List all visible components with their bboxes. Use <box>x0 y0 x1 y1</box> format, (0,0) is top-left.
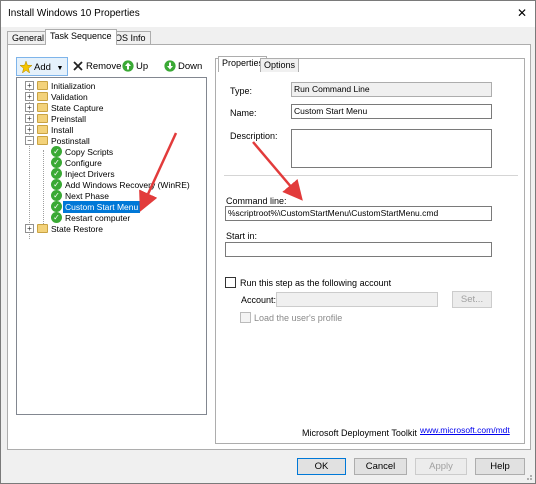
expand-icon[interactable]: + <box>25 125 34 134</box>
apply-button[interactable]: Apply <box>415 458 467 475</box>
folder-icon <box>37 81 48 90</box>
load-profile-label: Load the user's profile <box>254 313 343 323</box>
name-field[interactable]: Custom Start Menu <box>291 104 492 119</box>
expand-icon[interactable]: + <box>25 103 34 112</box>
folder-icon <box>37 224 48 233</box>
name-label: Name: <box>230 108 257 118</box>
close-icon[interactable]: ✕ <box>511 3 533 23</box>
start-in-field[interactable] <box>225 242 492 257</box>
up-arrow-icon <box>122 60 134 73</box>
down-arrow-icon <box>164 60 176 73</box>
tree-node-label: State Restore <box>51 224 103 234</box>
folder-icon <box>37 114 48 123</box>
green-check-icon: ✓ <box>51 190 62 201</box>
green-check-icon: ✓ <box>51 157 62 168</box>
help-button[interactable]: Help <box>475 458 525 475</box>
run-as-label: Run this step as the following account <box>240 278 392 288</box>
window-title: Install Windows 10 Properties <box>8 8 140 19</box>
chevron-down-icon[interactable]: ▼ <box>57 65 64 72</box>
expand-icon[interactable]: + <box>25 224 34 233</box>
green-check-icon: ✓ <box>51 168 62 179</box>
remove-button[interactable]: Remove <box>72 57 121 76</box>
task-sequence-tree[interactable]: + Initialization + Validation + State Ca… <box>16 77 207 415</box>
up-button[interactable]: Up <box>122 57 148 76</box>
green-check-icon: ✓ <box>51 146 62 157</box>
down-label: Down <box>178 61 203 72</box>
add-label: Add <box>34 62 51 73</box>
account-label: Account: <box>241 295 277 305</box>
expand-icon[interactable]: + <box>25 92 34 101</box>
folder-icon <box>37 136 48 145</box>
tab-options[interactable]: Options <box>260 58 300 72</box>
down-button[interactable]: Down <box>164 57 202 76</box>
properties-window: Install Windows 10 Properties ✕ General … <box>0 0 536 484</box>
tab-task-sequence[interactable]: Task Sequence <box>45 29 117 45</box>
properties-panel: Properties Options Type: Run Command Lin… <box>215 56 525 444</box>
tab-general[interactable]: General <box>7 31 50 45</box>
footer-text: Microsoft Deployment Toolkit <box>302 428 417 438</box>
title-bar: Install Windows 10 Properties ✕ <box>1 1 535 27</box>
cancel-button[interactable]: Cancel <box>354 458 407 475</box>
green-check-icon: ✓ <box>51 179 62 190</box>
description-field[interactable] <box>291 129 492 168</box>
type-field: Run Command Line <box>291 82 492 97</box>
divider <box>224 175 518 176</box>
add-star-icon <box>20 61 32 74</box>
set-button[interactable]: Set... <box>452 291 492 308</box>
mdt-link[interactable]: www.microsoft.com/mdt <box>420 425 510 435</box>
type-label: Type: <box>230 86 253 96</box>
resize-grip-icon[interactable] <box>523 471 533 481</box>
green-check-icon: ✓ <box>51 212 62 223</box>
description-label: Description: <box>230 131 278 141</box>
up-label: Up <box>136 61 149 72</box>
collapse-icon[interactable]: − <box>25 136 34 145</box>
expand-icon[interactable]: + <box>25 81 34 90</box>
green-check-icon: ✓ <box>51 201 62 212</box>
command-line-label: Command line: <box>226 196 287 206</box>
add-button[interactable]: Add ▼ <box>16 57 68 76</box>
folder-icon <box>37 125 48 134</box>
remove-label: Remove <box>86 61 122 72</box>
load-profile-checkbox[interactable] <box>240 312 251 323</box>
expand-icon[interactable]: + <box>25 114 34 123</box>
ok-button[interactable]: OK <box>297 458 346 475</box>
command-line-field[interactable]: %scriptroot%\CustomStartMenu\CustomStart… <box>225 206 492 221</box>
folder-icon <box>37 103 48 112</box>
tree-connector <box>43 150 44 228</box>
start-in-label: Start in: <box>226 231 258 241</box>
remove-x-icon <box>73 61 83 72</box>
run-as-checkbox[interactable] <box>225 277 236 288</box>
folder-icon <box>37 92 48 101</box>
account-field[interactable] <box>276 292 438 307</box>
